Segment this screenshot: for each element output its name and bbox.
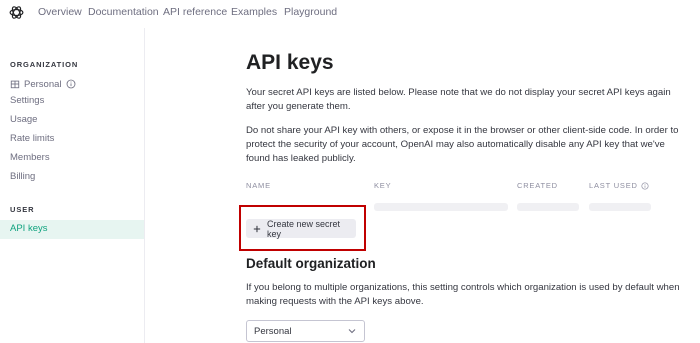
loading-placeholder-created — [517, 203, 579, 211]
column-header-last-used-label: LAST USED — [589, 181, 638, 190]
info-icon[interactable] — [641, 181, 649, 190]
sidebar-item-api-keys[interactable]: API keys — [0, 220, 144, 239]
page-title: API keys — [246, 51, 334, 74]
building-icon — [10, 80, 20, 89]
sidebar-item-label: API keys — [10, 223, 48, 234]
loading-placeholder-key — [374, 203, 508, 211]
user-section-label: USER — [10, 205, 35, 214]
nav-overview[interactable]: Overview — [38, 6, 82, 18]
column-header-last-used: LAST USED — [589, 181, 649, 190]
column-header-key: KEY — [374, 181, 392, 190]
top-nav: Overview Documentation API reference Exa… — [0, 0, 700, 28]
column-header-created: CREATED — [517, 181, 558, 190]
sidebar-item-billing[interactable]: Billing — [10, 171, 35, 182]
security-notice-text: Do not share your API key with others, o… — [246, 125, 679, 164]
nav-api-reference[interactable]: API reference — [163, 6, 227, 18]
nav-examples[interactable]: Examples — [231, 6, 277, 18]
loading-placeholder-last-used — [589, 203, 651, 211]
sidebar-item-usage[interactable]: Usage — [10, 114, 37, 125]
info-icon[interactable] — [66, 79, 76, 89]
org-name: Personal — [24, 78, 62, 90]
column-header-name: NAME — [246, 181, 271, 190]
plus-icon — [253, 225, 261, 232]
chevron-down-icon — [348, 329, 356, 334]
sidebar-item-settings[interactable]: Settings — [10, 95, 44, 106]
organization-select[interactable]: Personal — [246, 320, 365, 342]
intro-text: Your secret API keys are listed below. P… — [246, 87, 671, 112]
sidebar-item-rate-limits[interactable]: Rate limits — [10, 133, 54, 144]
sidebar-item-members[interactable]: Members — [10, 152, 50, 163]
org-switcher[interactable]: Personal — [10, 78, 76, 90]
organization-section-label: ORGANIZATION — [10, 60, 79, 69]
default-organization-description: If you belong to multiple organizations,… — [246, 282, 680, 307]
create-secret-key-button[interactable]: Create new secret key — [246, 218, 356, 239]
default-organization-heading: Default organization — [246, 256, 376, 271]
openai-logo-icon[interactable] — [8, 4, 25, 21]
nav-documentation[interactable]: Documentation — [88, 6, 159, 18]
organization-select-value: Personal — [254, 325, 292, 337]
sidebar: ORGANIZATION Personal Settings Usage Rat… — [0, 28, 145, 343]
create-secret-key-label: Create new secret key — [266, 218, 340, 239]
nav-playground[interactable]: Playground — [284, 6, 337, 18]
